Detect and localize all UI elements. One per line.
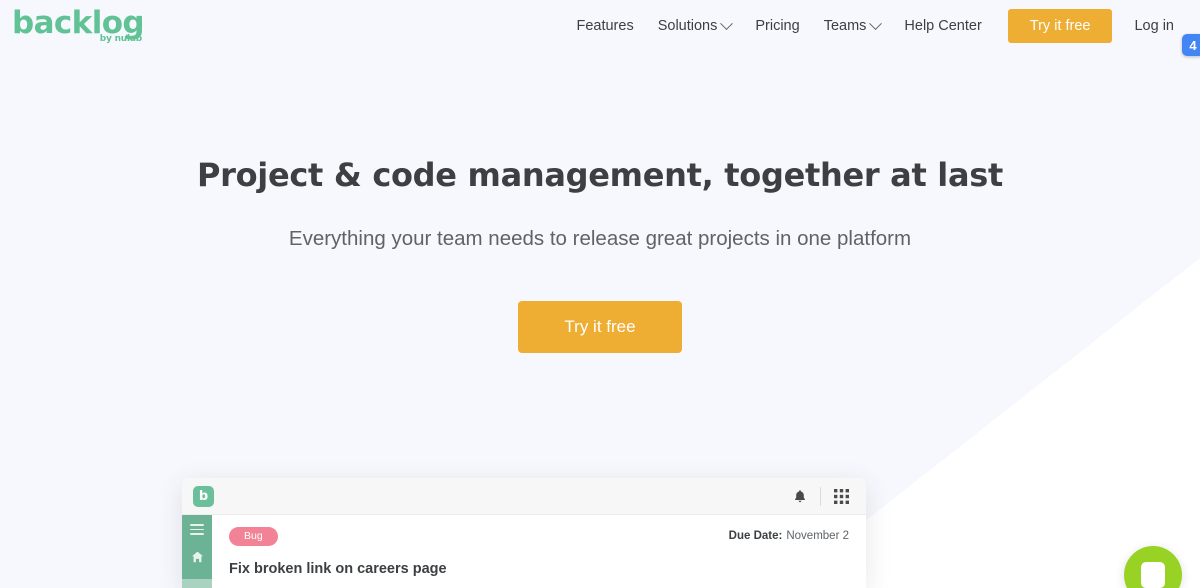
logo-byline: by nulab bbox=[100, 35, 142, 44]
chevron-down-icon bbox=[870, 17, 883, 30]
issue-title[interactable]: Fix broken link on careers page bbox=[229, 561, 849, 577]
nav-item-features[interactable]: Features bbox=[564, 10, 645, 42]
nav-try-it-free-button[interactable]: Try it free bbox=[1008, 9, 1113, 43]
top-navigation-bar: backlog by nulab Features Solutions Pric… bbox=[0, 0, 1200, 52]
mockup-issue-card: Bug Due Date:November 2 Fix broken link … bbox=[212, 515, 866, 588]
nav-login-label: Log in bbox=[1134, 18, 1174, 34]
hamburger-menu-icon[interactable] bbox=[190, 524, 204, 535]
due-date-value: November 2 bbox=[786, 530, 849, 542]
grid-apps-icon[interactable] bbox=[834, 489, 849, 504]
due-date-label: Due Date: bbox=[729, 530, 783, 542]
mockup-topbar-actions bbox=[793, 487, 849, 506]
hero-subheadline: Everything your team needs to release gr… bbox=[0, 227, 1200, 251]
nav-item-pricing[interactable]: Pricing bbox=[743, 10, 811, 42]
nav-item-solutions[interactable]: Solutions bbox=[646, 10, 744, 42]
nav-login-link[interactable]: Log in bbox=[1122, 10, 1186, 42]
mockup-body: Bug Due Date:November 2 Fix broken link … bbox=[182, 515, 866, 588]
nav-item-help-center[interactable]: Help Center bbox=[892, 10, 993, 42]
chat-bubble-icon bbox=[1141, 562, 1165, 588]
nav-item-features-label: Features bbox=[576, 18, 633, 34]
bell-icon[interactable] bbox=[793, 489, 807, 504]
nav-item-pricing-label: Pricing bbox=[755, 18, 799, 34]
hero-try-it-free-button[interactable]: Try it free bbox=[518, 301, 681, 353]
browser-extension-badge-icon[interactable]: 4 bbox=[1182, 34, 1200, 56]
nav-item-help-center-label: Help Center bbox=[904, 18, 981, 34]
hero-headline: Project & code management, together at l… bbox=[0, 156, 1200, 194]
mockup-topbar: b bbox=[182, 478, 866, 515]
mockup-sidebar bbox=[182, 515, 212, 588]
hero-section: Project & code management, together at l… bbox=[0, 52, 1200, 353]
nav-item-teams-label: Teams bbox=[824, 18, 867, 34]
chevron-down-icon bbox=[720, 17, 733, 30]
home-icon[interactable] bbox=[191, 550, 204, 568]
nav-links-group: Features Solutions Pricing Teams Help Ce… bbox=[564, 9, 1186, 43]
issue-meta-row: Bug Due Date:November 2 bbox=[229, 527, 849, 546]
backlog-logo[interactable]: backlog by nulab bbox=[12, 8, 144, 44]
nav-item-teams[interactable]: Teams bbox=[812, 10, 893, 42]
nav-item-solutions-label: Solutions bbox=[658, 18, 718, 34]
issue-due-date: Due Date:November 2 bbox=[729, 530, 849, 542]
mockup-app-logo[interactable]: b bbox=[193, 486, 214, 507]
toolbar-divider bbox=[820, 487, 821, 506]
issue-type-badge[interactable]: Bug bbox=[229, 527, 278, 546]
app-preview-mockup: b bbox=[182, 478, 866, 588]
